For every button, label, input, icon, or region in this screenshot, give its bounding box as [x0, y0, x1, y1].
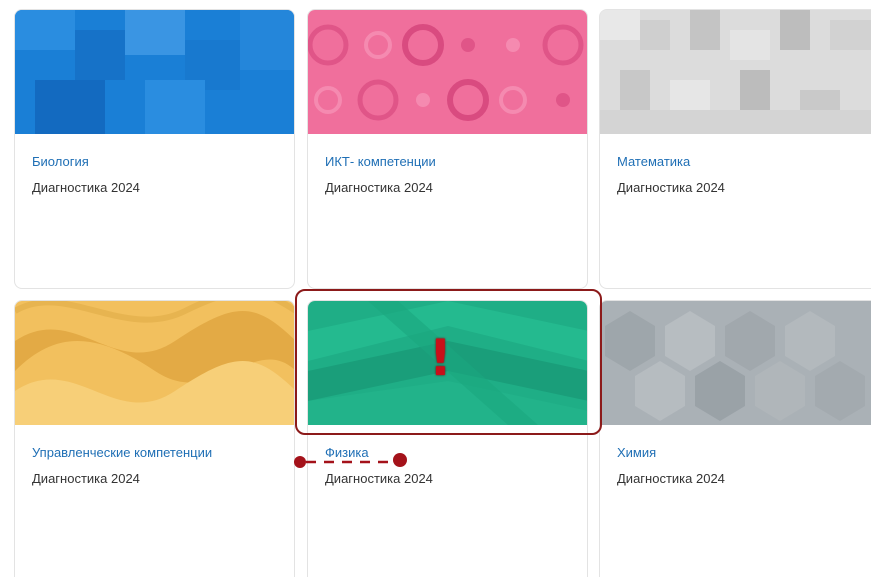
- course-subtitle: Диагностика 2024: [325, 180, 433, 195]
- course-title[interactable]: Математика: [617, 154, 690, 169]
- course-card-chemistry[interactable]: Химия Диагностика 2024: [599, 300, 871, 577]
- course-title[interactable]: Химия: [617, 445, 656, 460]
- course-cover-image[interactable]: [15, 301, 294, 425]
- course-subtitle: Диагностика 2024: [32, 180, 140, 195]
- exclamation-mark-icon: !: [429, 329, 452, 387]
- course-subtitle: Диагностика 2024: [617, 471, 725, 486]
- course-grid: Биология Диагностика 2024 ИКТ- компетенц…: [0, 0, 871, 577]
- course-subtitle: Диагностика 2024: [32, 471, 140, 486]
- course-title[interactable]: Биология: [32, 154, 89, 169]
- course-cover-image[interactable]: [15, 10, 294, 134]
- course-card-ict[interactable]: ИКТ- компетенции Диагностика 2024: [307, 9, 588, 289]
- course-subtitle: Диагностика 2024: [325, 471, 433, 486]
- course-title[interactable]: Физика: [325, 445, 369, 460]
- course-card-biology[interactable]: Биология Диагностика 2024: [14, 9, 295, 289]
- course-cover-image[interactable]: [308, 10, 587, 134]
- course-cover-image[interactable]: [600, 10, 871, 134]
- course-cover-image[interactable]: [600, 301, 871, 425]
- course-subtitle: Диагностика 2024: [617, 180, 725, 195]
- course-title[interactable]: Управленческие компетенции: [32, 445, 212, 460]
- course-title[interactable]: ИКТ- компетенции: [325, 154, 436, 169]
- course-card-management[interactable]: Управленческие компетенции Диагностика 2…: [14, 300, 295, 577]
- course-card-math[interactable]: Математика Диагностика 2024: [599, 9, 871, 289]
